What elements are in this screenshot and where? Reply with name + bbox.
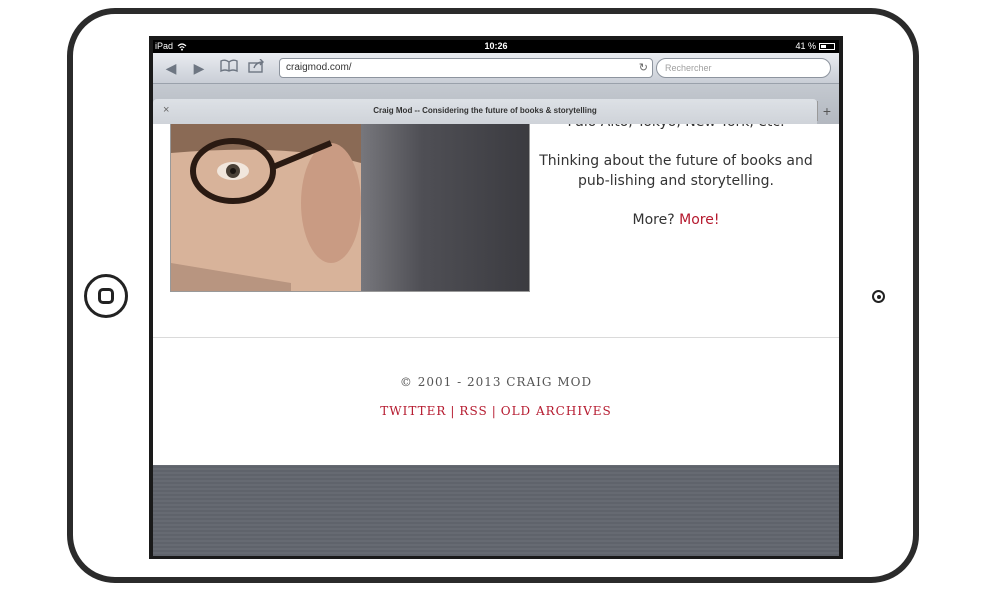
bookmarks-icon[interactable] <box>219 59 239 77</box>
share-icon[interactable] <box>247 58 267 77</box>
home-button[interactable] <box>84 274 128 318</box>
search-field[interactable]: Rechercher <box>656 58 831 78</box>
more-link[interactable]: More! <box>679 212 719 228</box>
intro-text: Palo Alto, Tokyo, New York, etc. Thinkin… <box>539 124 813 249</box>
copyright: © 2001 - 2013 CRAIG MOD <box>399 375 593 389</box>
web-page: Palo Alto, Tokyo, New York, etc. Thinkin… <box>153 124 839 465</box>
footer-links: TWITTER | RSS | OLD ARCHIVES <box>153 404 839 418</box>
address-bar[interactable]: craigmod.com/ ↻ <box>279 58 653 78</box>
battery-percent: 41 % <box>795 41 816 51</box>
linen-background <box>153 465 839 556</box>
url-text: craigmod.com/ <box>286 62 352 73</box>
separator: | <box>450 404 456 418</box>
twitter-link[interactable]: TWITTER <box>380 404 446 418</box>
camera-icon <box>872 290 885 303</box>
battery-icon <box>819 43 835 50</box>
old-archives-link[interactable]: OLD ARCHIVES <box>501 404 612 418</box>
back-icon[interactable]: ◀ <box>161 59 181 77</box>
portrait-illustration <box>171 124 361 291</box>
tab-bar: × Craig Mod -- Considering the future of… <box>153 84 839 124</box>
divider <box>153 337 839 338</box>
clock: 10:26 <box>484 41 508 51</box>
reload-icon[interactable]: ↻ <box>639 59 648 77</box>
status-bar: iPad 10:26 41 % <box>153 40 839 53</box>
location-text: Palo Alto, Tokyo, New York, etc. <box>539 124 813 132</box>
forward-icon[interactable]: ▶ <box>189 59 209 77</box>
portrait-photo <box>170 124 530 292</box>
more-prefix: More? <box>632 212 675 228</box>
search-placeholder: Rechercher <box>665 63 712 73</box>
tab-title: Craig Mod -- Considering the future of b… <box>373 106 597 115</box>
safari-toolbar: ◀ ▶ craigmod.com/ ↻ Rechercher <box>153 53 839 84</box>
active-tab[interactable]: × Craig Mod -- Considering the future of… <box>153 99 817 124</box>
rss-link[interactable]: RSS <box>459 404 487 418</box>
new-tab-button[interactable]: + <box>817 101 836 121</box>
description-text: Thinking about the future of books and p… <box>539 153 813 189</box>
separator: | <box>491 404 497 418</box>
